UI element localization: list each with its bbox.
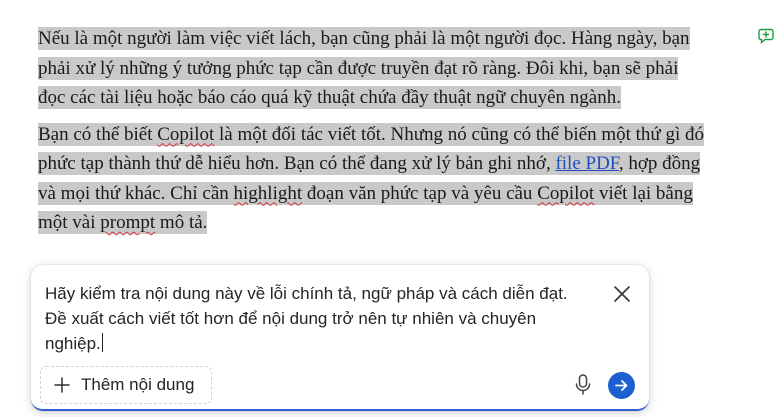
paragraph-2[interactable]: Bạn có thể biết Copilot là một đối tác v… xyxy=(38,120,708,238)
close-button[interactable] xyxy=(609,281,635,307)
prompt-text: Hãy kiểm tra nội dung này về lỗi chính t… xyxy=(45,284,568,353)
spelling-flag-copilot-2[interactable]: Copilot xyxy=(537,183,594,204)
file-pdf-link[interactable]: file PDF xyxy=(555,153,618,174)
paragraph-1[interactable]: Nếu là một người làm việc viết lách, bạn… xyxy=(38,24,708,113)
copilot-rewrite-panel: Hãy kiểm tra nội dung này về lỗi chính t… xyxy=(31,265,649,411)
send-arrow-icon xyxy=(615,380,628,391)
spelling-flag-prompt[interactable]: prompt xyxy=(100,212,155,233)
paragraph-1-text: Nếu là một người làm việc viết lách, bạn… xyxy=(38,27,690,109)
text-caret xyxy=(101,333,103,352)
plus-icon xyxy=(54,377,70,393)
word-document-view: Nếu là một người làm việc viết lách, bạn… xyxy=(0,0,778,417)
paragraph-2-selection: Bạn có thể biết Copilot là một đối tác v… xyxy=(38,122,704,234)
microphone-button[interactable] xyxy=(572,373,594,397)
spelling-flag-copilot[interactable]: Copilot xyxy=(157,124,214,145)
paragraph-2-text-4: đoạn văn phức tạp và yêu cầu xyxy=(302,182,538,204)
comment-add-icon[interactable] xyxy=(758,27,776,45)
paragraph-2-text-6: mô tả. xyxy=(155,212,208,233)
close-icon xyxy=(614,286,630,302)
paragraph-2-text-1: Bạn có thể biết xyxy=(38,123,158,145)
document-body[interactable]: Nếu là một người làm việc viết lách, bạn… xyxy=(38,24,708,245)
add-content-button[interactable]: Thêm nội dung xyxy=(40,366,212,404)
mic-icon xyxy=(575,374,591,395)
prompt-input[interactable]: Hãy kiểm tra nội dung này về lỗi chính t… xyxy=(45,281,590,356)
add-content-label: Thêm nội dung xyxy=(81,375,195,394)
spelling-flag-highlight[interactable]: highlight xyxy=(234,183,303,204)
send-button[interactable] xyxy=(608,372,635,399)
